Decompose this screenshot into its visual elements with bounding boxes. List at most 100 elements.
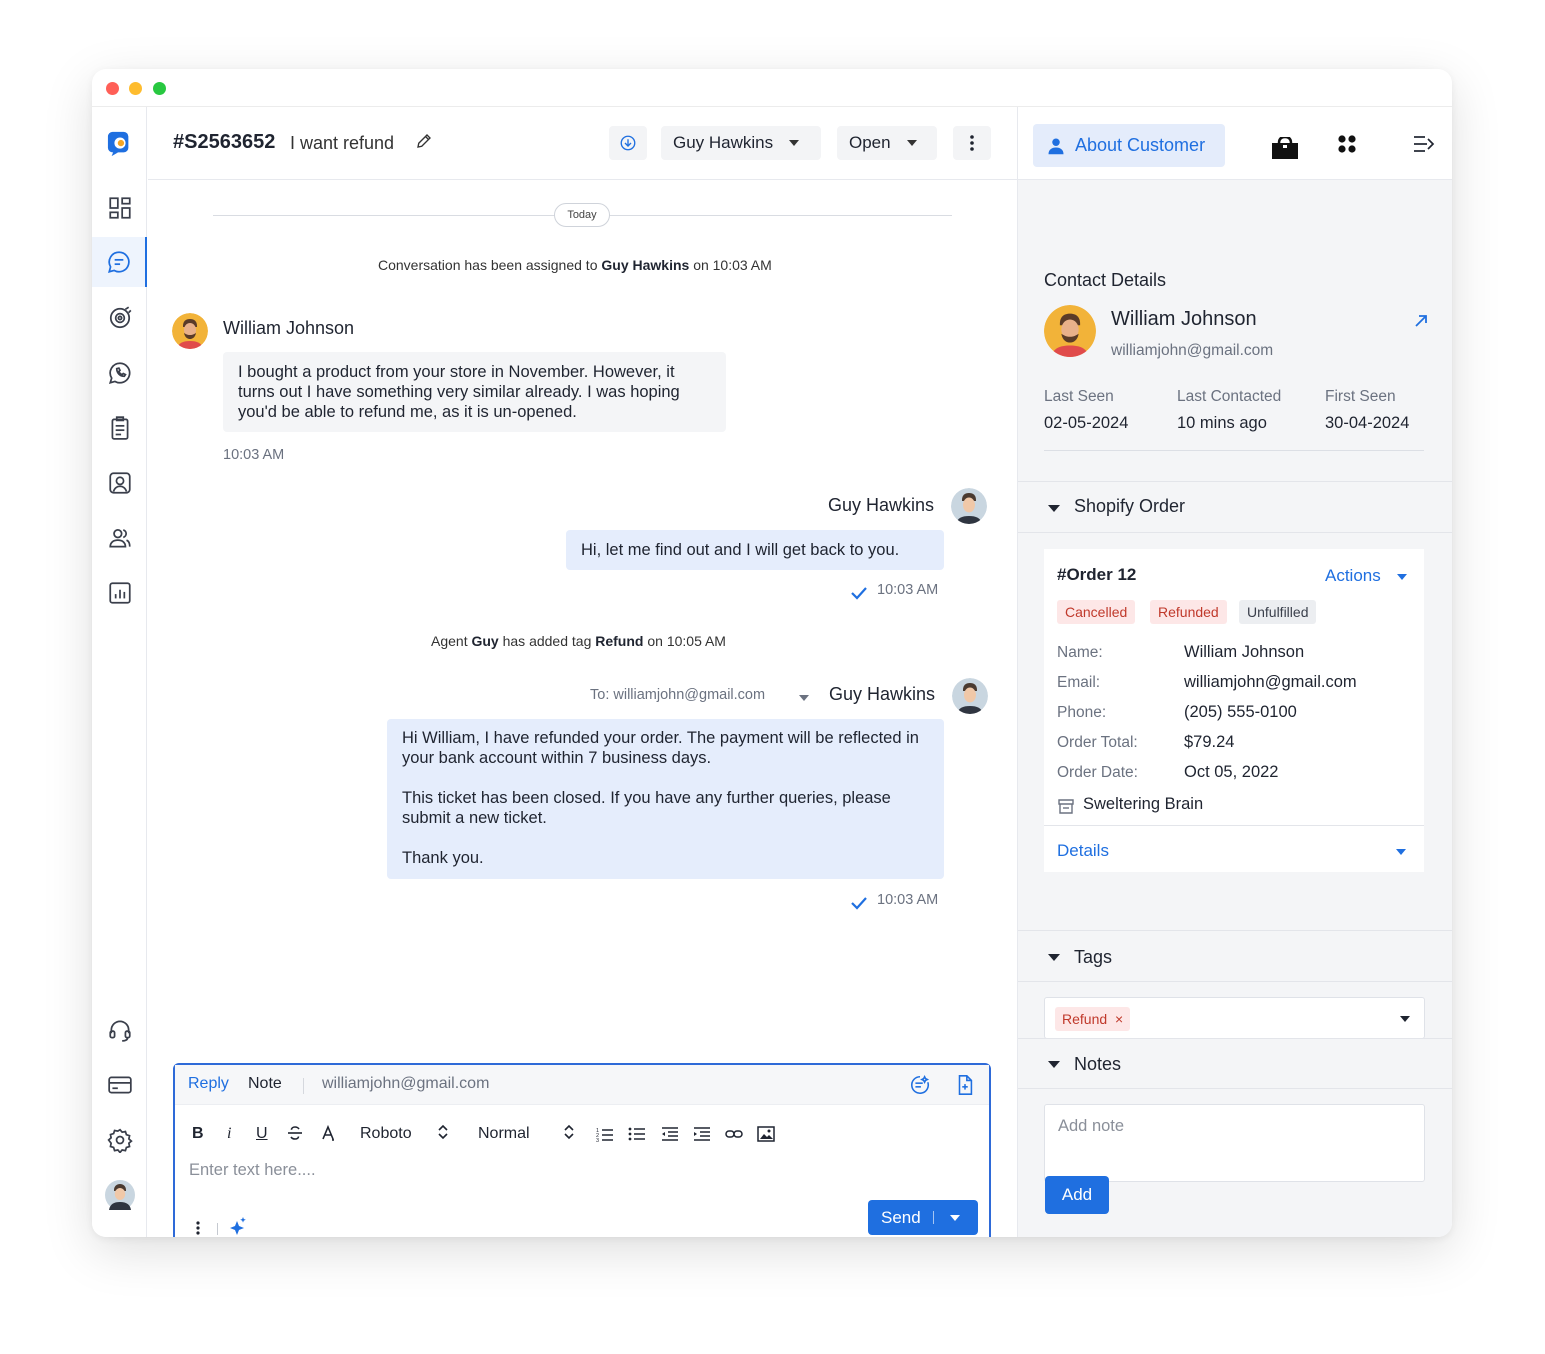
open-profile-button[interactable]: [1414, 314, 1428, 333]
outdent-icon: [662, 1127, 678, 1141]
caret-down-icon: [1048, 954, 1060, 961]
nav-team[interactable]: [92, 513, 147, 563]
divider: [1018, 1088, 1452, 1089]
caret-down-icon: [1048, 1061, 1060, 1068]
send-options-chevron-icon[interactable]: [950, 1215, 960, 1221]
first-seen-label: First Seen: [1325, 388, 1396, 405]
nav-conversations[interactable]: [92, 237, 147, 287]
send-button[interactable]: Send: [868, 1200, 978, 1235]
composer-more-button[interactable]: [195, 1220, 201, 1237]
nav-whatsapp[interactable]: [92, 348, 147, 398]
collapse-sidebar-button[interactable]: [1413, 134, 1435, 159]
divider: [1018, 1038, 1452, 1039]
order-field-value: William Johnson: [1184, 643, 1305, 661]
nav-billing[interactable]: [92, 1060, 147, 1110]
last-seen-value: 02-05-2024: [1044, 414, 1129, 432]
target-gear-icon: [109, 306, 131, 329]
canned-response-button[interactable]: [909, 1074, 931, 1101]
ordered-list-button[interactable]: 123: [596, 1126, 614, 1147]
tab-apps[interactable]: [1338, 135, 1356, 158]
ticket-header: #S2563652 I want refund Guy Hawkins Open: [148, 107, 1017, 180]
bullet-list-button[interactable]: [628, 1126, 646, 1147]
nav-support[interactable]: [92, 1005, 147, 1055]
italic-button[interactable]: i: [227, 1125, 231, 1143]
download-button[interactable]: [609, 126, 647, 160]
insert-image-button[interactable]: [757, 1126, 775, 1147]
more-options-button[interactable]: [953, 126, 991, 160]
strikethrough-button[interactable]: [287, 1125, 303, 1146]
order-field-label: Phone:: [1057, 704, 1107, 721]
font-family-select[interactable]: Roboto: [360, 1125, 412, 1143]
nav-contacts[interactable]: [92, 458, 147, 508]
order-details-toggle[interactable]: Details: [1057, 841, 1109, 861]
ai-assist-button[interactable]: [229, 1217, 247, 1237]
logo-icon: [107, 131, 128, 157]
underline-button[interactable]: U: [256, 1125, 268, 1143]
window-titlebar: [92, 69, 1452, 107]
add-note-input[interactable]: Add note: [1044, 1104, 1425, 1182]
app-logo[interactable]: [92, 119, 147, 169]
text-size-select[interactable]: Normal: [478, 1125, 530, 1143]
user-icon: [1048, 138, 1064, 154]
recipient-chevron-icon[interactable]: [799, 695, 809, 701]
insert-link-button[interactable]: [725, 1126, 743, 1147]
download-circle-icon: [620, 135, 636, 151]
tag-added-event: Agent Guy has added tag Refund on 10:05 …: [431, 633, 726, 649]
size-select-chevron-icon[interactable]: [563, 1123, 575, 1146]
order-field-label: Order Date:: [1057, 764, 1138, 781]
sidebar-header: About Customer: [1018, 107, 1452, 180]
font-select-chevron-icon[interactable]: [437, 1123, 449, 1146]
message-input[interactable]: Enter text here....: [189, 1161, 316, 1180]
minimize-window-button[interactable]: [129, 82, 142, 95]
strikethrough-icon: [288, 1126, 302, 1140]
tab-about-customer[interactable]: About Customer: [1033, 124, 1225, 167]
bar-chart-icon: [108, 582, 131, 604]
order-actions-dropdown[interactable]: Actions: [1325, 566, 1408, 586]
chevron-down-icon[interactable]: [1400, 1016, 1410, 1022]
canned-response-icon: [911, 1075, 930, 1095]
nav-reports[interactable]: [92, 568, 147, 618]
email-paragraph: Hi William, I have refunded your order. …: [402, 729, 919, 767]
bullet-list-icon: [628, 1127, 645, 1141]
bold-button[interactable]: B: [192, 1125, 204, 1143]
nav-profile-avatar[interactable]: [92, 1170, 147, 1220]
headset-icon: [108, 1020, 131, 1042]
users-icon: [108, 529, 131, 548]
order-field-value: $79.24: [1184, 733, 1235, 751]
close-window-button[interactable]: [106, 82, 119, 95]
knowledge-base-button[interactable]: [954, 1074, 976, 1101]
nav-rail: [92, 107, 147, 1237]
agent-avatar: [104, 1180, 135, 1210]
tag-chip: Refund ×: [1055, 1007, 1131, 1031]
maximize-window-button[interactable]: [153, 82, 166, 95]
tab-reply[interactable]: Reply: [188, 1075, 229, 1093]
tab-note[interactable]: Note: [248, 1075, 282, 1093]
whatsapp-icon: [108, 362, 130, 384]
nav-tasks[interactable]: [92, 403, 147, 453]
remove-tag-icon[interactable]: ×: [1115, 1011, 1123, 1027]
customer-avatar: [172, 313, 208, 349]
customer-profile-avatar: [1044, 305, 1096, 357]
tags-select[interactable]: Refund ×: [1044, 997, 1425, 1039]
chat-icon: [107, 251, 130, 273]
composer-to-email[interactable]: williamjohn@gmail.com: [322, 1075, 489, 1093]
chevron-down-icon: [1397, 573, 1408, 580]
notes-title: Notes: [1074, 1054, 1122, 1074]
chevron-down-icon[interactable]: [1396, 849, 1406, 855]
agent-avatar: [952, 678, 988, 714]
indent-button[interactable]: [693, 1126, 711, 1147]
tab-shopify[interactable]: [1270, 135, 1300, 164]
text-color-button[interactable]: [320, 1124, 336, 1148]
nav-settings[interactable]: [92, 1115, 147, 1165]
assignee-dropdown[interactable]: Guy Hawkins: [661, 126, 821, 160]
ticket-id: #S2563652: [173, 131, 276, 153]
message-sender: Guy Hawkins: [829, 684, 936, 704]
nav-dashboard[interactable]: [92, 183, 147, 233]
outdent-button[interactable]: [661, 1126, 679, 1147]
edit-subject-button[interactable]: [415, 132, 433, 155]
nav-automation[interactable]: [92, 293, 147, 343]
order-field-value: (205) 555-0100: [1184, 703, 1297, 721]
add-note-button[interactable]: Add: [1045, 1176, 1109, 1214]
status-dropdown[interactable]: Open: [837, 126, 937, 160]
status-badge-unfulfilled: Unfulfilled: [1239, 600, 1317, 624]
